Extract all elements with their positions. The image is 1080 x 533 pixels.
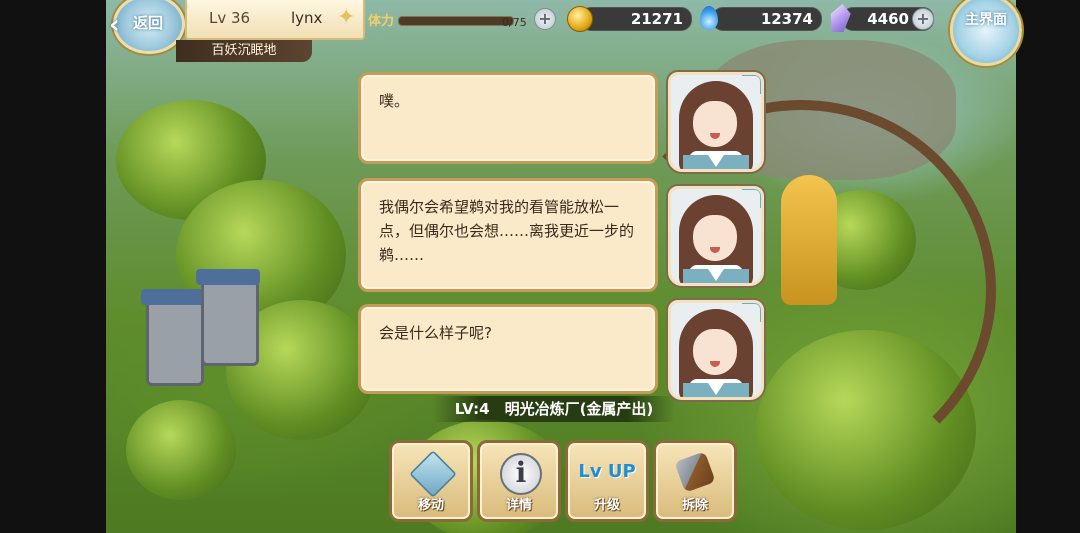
move-button-label: 移动 <box>417 498 444 513</box>
star-ornament-icon: ✦ <box>337 5 356 30</box>
spirit-counter: 12374 <box>712 7 822 31</box>
move-button[interactable]: 移动 <box>389 440 473 522</box>
stamina-value: 0/75 <box>502 16 527 29</box>
stamina-meter: 体力 0/75 <box>362 6 552 32</box>
portrait-frame-corner <box>742 189 761 208</box>
stamina-label: 体力 <box>368 14 395 29</box>
back-button-label: 返回 <box>133 14 164 32</box>
tree <box>126 400 236 500</box>
left-letterbox <box>0 0 106 533</box>
dialogue-bubble: 噗。 <box>358 72 658 164</box>
move-cube-icon <box>409 450 457 498</box>
portrait-face <box>693 329 737 375</box>
golden-statue <box>781 175 837 305</box>
location-name: 百妖沉眠地 <box>176 40 312 62</box>
gold-value: 21271 <box>630 10 683 28</box>
blue-flame-icon <box>700 6 718 30</box>
upgrade-button-label: 升级 <box>593 498 620 513</box>
add-crystal-button[interactable]: + <box>912 8 934 30</box>
dialogue-text: 会是什么样子呢? <box>379 324 492 342</box>
player-level: Lv 36 <box>209 9 251 27</box>
demolish-button-label: 拆除 <box>681 498 708 513</box>
crystal-value: 4460 <box>867 10 909 28</box>
portrait-frame-corner <box>742 75 761 94</box>
dialogue-bubble: 会是什么样子呢? <box>358 304 658 394</box>
speaker-portrait <box>668 186 764 286</box>
portrait-face <box>693 215 737 261</box>
gold-coin-icon <box>567 6 593 32</box>
portrait-frame-corner <box>742 303 761 322</box>
portrait-face <box>693 101 737 147</box>
chevron-left-icon: ‹ <box>109 10 120 40</box>
add-stamina-button[interactable]: + <box>534 8 556 30</box>
level-up-icon: Lv UP <box>578 461 636 482</box>
stone-lantern <box>141 289 205 386</box>
gold-counter: 21271 <box>580 7 692 31</box>
right-letterbox <box>1016 0 1080 533</box>
back-button[interactable]: ‹ 返回 <box>107 0 187 54</box>
building-name: LV:4 明光冶炼厂(金属产出) <box>433 396 675 422</box>
dialogue-text: 我偶尔会希望鹈对我的看管能放松一点，但偶尔也会想……离我更近一步的鹈…… <box>379 198 635 264</box>
dialogue-text: 噗。 <box>379 92 410 110</box>
upgrade-button[interactable]: Lv UP 升级 <box>565 440 649 522</box>
stone-lantern <box>196 269 260 366</box>
speaker-portrait <box>668 72 764 172</box>
demolish-button[interactable]: 拆除 <box>653 440 737 522</box>
speaker-portrait <box>668 300 764 400</box>
stamina-bar <box>398 16 514 26</box>
details-button-label: 详情 <box>505 498 532 513</box>
main-menu-label: 主界面 <box>965 12 1007 28</box>
spirit-value: 12374 <box>760 10 813 28</box>
dialogue-bubble: 我偶尔会希望鹈对我的看管能放松一点，但偶尔也会想……离我更近一步的鹈…… <box>358 178 658 292</box>
details-button[interactable]: i 详情 <box>477 440 561 522</box>
info-icon: i <box>500 453 542 495</box>
player-name: lynx <box>291 9 323 27</box>
demolish-hammer-icon <box>674 451 716 493</box>
